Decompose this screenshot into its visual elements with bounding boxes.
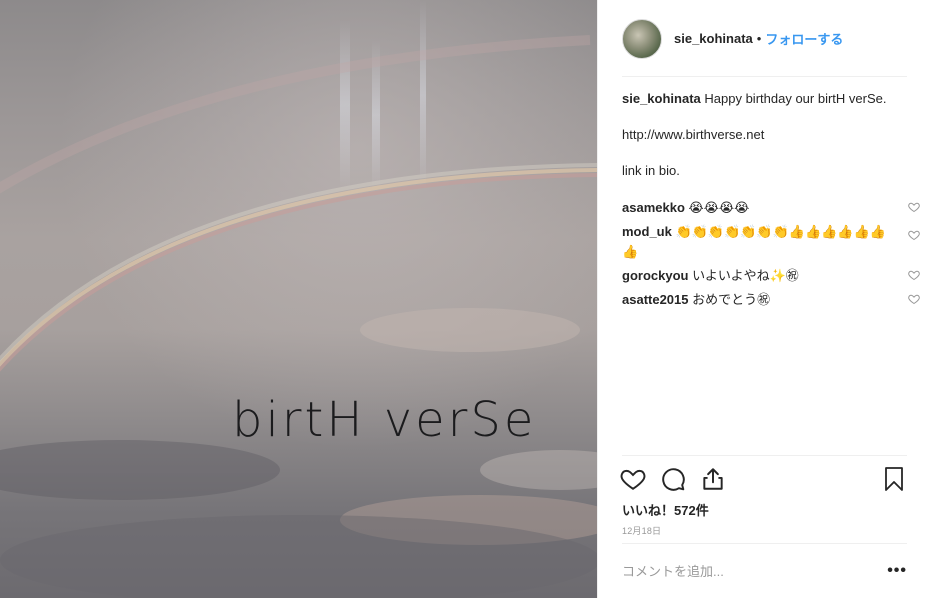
- post-actions: いいね！572件 12月18日: [620, 455, 909, 536]
- caption-username[interactable]: sie_kohinata: [622, 91, 701, 106]
- header-divider: [622, 76, 907, 77]
- follow-button[interactable]: フォローする: [765, 29, 843, 48]
- comment-item: mod_uk 👏👏👏👏👏👏👏👍👍👍👍👍👍👍: [622, 222, 920, 262]
- comment-input[interactable]: [622, 563, 888, 579]
- comment-username[interactable]: asatte2015: [622, 292, 689, 307]
- caption-link: http://www.birthverse.net: [622, 127, 765, 142]
- bookmark-icon[interactable]: [879, 464, 909, 494]
- post-container: birtH verSe sie_kohinata • フォローする sie_ko…: [0, 0, 931, 598]
- like-comment-heart-icon[interactable]: [908, 229, 920, 241]
- comment-icon[interactable]: [658, 464, 688, 494]
- likes-count[interactable]: いいね！572件: [622, 500, 709, 519]
- comment-username[interactable]: asamekko: [622, 200, 685, 215]
- heart-icon[interactable]: [618, 464, 648, 494]
- header-separator: •: [756, 31, 762, 46]
- comment-username[interactable]: mod_uk: [622, 224, 672, 239]
- comment-text: いよいよやね✨㊗: [692, 268, 799, 283]
- sky-rainbow-image: [0, 0, 597, 598]
- post-side-panel: sie_kohinata • フォローする sie_kohinata Happy…: [597, 0, 931, 598]
- like-comment-heart-icon[interactable]: [908, 293, 920, 305]
- comment-item: asamekko 😭😭😭😭: [622, 198, 920, 218]
- share-icon[interactable]: [698, 464, 728, 494]
- header-username[interactable]: sie_kohinata: [674, 31, 753, 46]
- caption-line3: link in bio.: [622, 163, 680, 178]
- comment-text: おめでとう㊗: [692, 292, 771, 307]
- post-photo[interactable]: birtH verSe: [0, 0, 597, 598]
- like-comment-heart-icon[interactable]: [908, 269, 920, 281]
- post-date[interactable]: 12月18日: [622, 524, 661, 537]
- caption-text: Happy birthday our birtH verSe.: [704, 91, 887, 106]
- like-comment-heart-icon[interactable]: [908, 201, 920, 213]
- post-header: sie_kohinata • フォローする: [598, 0, 931, 77]
- comment-text: 😭😭😭😭: [688, 200, 750, 215]
- comment-item: asatte2015 おめでとう㊗: [622, 290, 920, 310]
- photo-overlay-text: birtH verSe: [232, 392, 537, 448]
- comments-list: sie_kohinata Happy birthday our birtH ve…: [622, 90, 920, 314]
- action-icons: [618, 464, 728, 494]
- add-comment-bar: •••: [622, 543, 907, 598]
- more-options-button[interactable]: •••: [887, 562, 907, 580]
- avatar[interactable]: [622, 18, 662, 59]
- comment-username[interactable]: gorockyou: [622, 268, 688, 283]
- caption: sie_kohinata Happy birthday our birtH ve…: [622, 90, 912, 180]
- comment-item: gorockyou いよいよやね✨㊗: [622, 266, 920, 286]
